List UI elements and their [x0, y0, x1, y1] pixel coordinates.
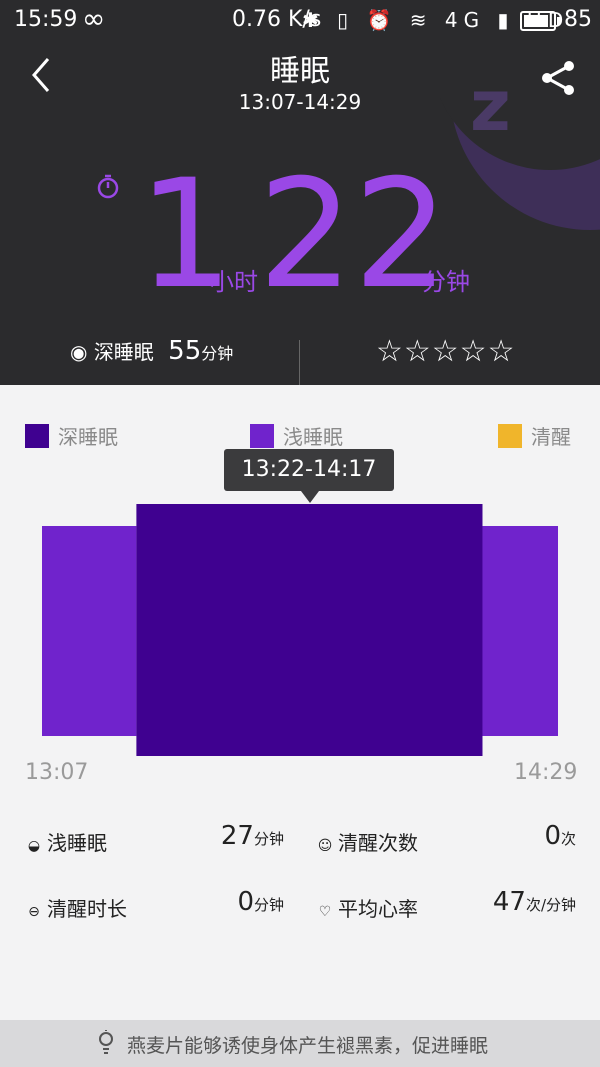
share-button[interactable] [538, 58, 578, 98]
deep-sleep-value: 55 [168, 336, 202, 366]
stat-label: 清醒时长 [47, 897, 127, 921]
stat-label: 浅睡眠 [47, 831, 107, 855]
header-panel: z 15:59 ∞ 0.76 K/s ✱ ▯ ⏰ ≋ 4G ▮ HD 85 睡眠… [0, 0, 600, 385]
stat-awake-count-label: ☺ 清醒次数 [316, 827, 418, 856]
deep-sleep-label: 深睡眠 [93, 340, 154, 364]
stat-heart-rate-value: 47次/分钟 [440, 887, 576, 917]
stat-value: 27 [220, 821, 254, 851]
sleep-segment-bar[interactable] [482, 526, 558, 736]
chart-tooltip: 13:22-14:17 [224, 449, 394, 491]
battery-level: 85 [564, 7, 592, 32]
stat-unit: 次/分钟 [525, 896, 576, 914]
tip-banner[interactable]: 燕麦片能够诱使身体产生褪黑素，促进睡眠 [0, 1020, 600, 1067]
stat-unit: 分钟 [253, 896, 284, 914]
duration-minutes: 22 [258, 148, 449, 322]
minutes-unit: 分钟 [422, 268, 470, 296]
sleep-time-range: 13:07-14:29 [238, 90, 362, 114]
record-icon: ◉ [70, 340, 88, 364]
status-time: 15:59 [14, 7, 78, 32]
chart-start-time: 13:07 [25, 760, 89, 785]
stat-light-sleep-label: ◒ 浅睡眠 [25, 827, 107, 856]
deep-sleep-summary: ◉ 深睡眠 55分钟 [70, 336, 233, 366]
deep-sleep-unit: 分钟 [201, 344, 234, 363]
status-bar: 15:59 ∞ 0.76 K/s ✱ ▯ ⏰ ≋ 4G ▮ HD 85 [0, 0, 600, 42]
stat-heart-rate-label: ♡ 平均心率 [316, 893, 418, 922]
infinity-icon: ∞ [82, 2, 106, 35]
battery-icon [520, 11, 560, 31]
sleep-segment-bar[interactable] [136, 504, 483, 756]
stat-label: 平均心率 [338, 897, 418, 921]
stat-value: 0 [237, 887, 254, 917]
tooltip-arrow [301, 491, 319, 503]
stat-awake-duration-label: ⊖ 清醒时长 [25, 893, 127, 922]
lightbulb-icon [99, 1030, 113, 1054]
stat-label: 清醒次数 [338, 831, 418, 855]
stat-value: 0 [544, 821, 561, 851]
stat-awake-count-value: 0次 [480, 821, 576, 851]
divider [299, 340, 300, 385]
stat-unit: 分钟 [253, 830, 284, 848]
chart-end-time: 14:29 [514, 760, 578, 785]
page-title: 睡眠 [270, 54, 330, 89]
stopwatch-icon [97, 174, 119, 199]
heart-icon: ♡ [318, 904, 332, 920]
tip-text: 燕麦片能够诱使身体产生褪黑素，促进睡眠 [127, 1035, 489, 1057]
star-rating[interactable]: ☆☆☆☆☆ [376, 334, 515, 369]
minus-circle-icon: ⊖ [28, 904, 40, 920]
stat-unit: 次 [560, 830, 576, 848]
share-icon [542, 61, 574, 95]
stat-awake-duration-value: 0分钟 [180, 887, 284, 917]
half-circle-icon: ◒ [27, 838, 41, 854]
stat-value: 47 [492, 887, 526, 917]
hours-unit: 小时 [210, 268, 258, 296]
face-icon: ☺ [317, 838, 333, 854]
stat-light-sleep-value: 27分钟 [180, 821, 284, 851]
sleep-segment-bar[interactable] [42, 526, 137, 736]
